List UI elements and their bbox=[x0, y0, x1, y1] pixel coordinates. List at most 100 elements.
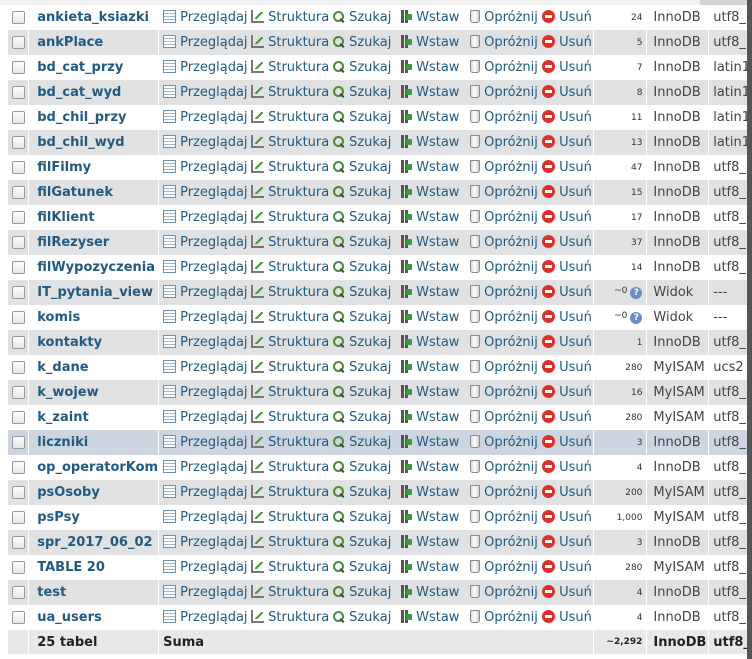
insert-action[interactable]: Wstaw bbox=[399, 610, 470, 625]
browse-action[interactable]: Przeglądaj bbox=[163, 285, 251, 300]
table-row[interactable]: filKlient Przeglądaj Struktura Szukaj Wstaw O… bbox=[8, 205, 752, 230]
search-action[interactable]: Szukaj bbox=[332, 460, 399, 475]
table-name-link[interactable]: filRezyser bbox=[37, 235, 109, 250]
empty-action[interactable]: Opróżnij bbox=[470, 260, 542, 275]
search-action[interactable]: Szukaj bbox=[332, 610, 399, 625]
search-action[interactable]: Szukaj bbox=[332, 585, 399, 600]
table-row[interactable]: bd_cat_przy Przeglądaj Struktura Szukaj Wsta… bbox=[8, 55, 752, 80]
insert-action[interactable]: Wstaw bbox=[399, 310, 470, 325]
table-name-link[interactable]: ua_users bbox=[37, 610, 102, 625]
insert-action[interactable]: Wstaw bbox=[399, 585, 470, 600]
structure-action[interactable]: Struktura bbox=[251, 385, 332, 400]
search-action[interactable]: Szukaj bbox=[332, 385, 399, 400]
drop-action[interactable]: Usuń bbox=[542, 310, 592, 325]
table-name-link[interactable]: TABLE 20 bbox=[37, 560, 105, 575]
table-row[interactable]: k_zaint Przeglądaj Struktura Szukaj Wstaw Opr… bbox=[8, 405, 752, 430]
table-row[interactable]: psPsy Przeglądaj Struktura Szukaj Wstaw Opróż… bbox=[8, 505, 752, 530]
empty-action[interactable]: Opróżnij bbox=[470, 35, 542, 50]
browse-action[interactable]: Przeglądaj bbox=[163, 410, 251, 425]
insert-action[interactable]: Wstaw bbox=[399, 435, 470, 450]
insert-action[interactable]: Wstaw bbox=[399, 410, 470, 425]
insert-action[interactable]: Wstaw bbox=[399, 485, 470, 500]
table-row[interactable]: bd_cat_wyd Przeglądaj Struktura Szukaj Wstaw… bbox=[8, 80, 752, 105]
info-icon[interactable]: ? bbox=[630, 312, 643, 324]
structure-action[interactable]: Struktura bbox=[251, 510, 332, 525]
drop-action[interactable]: Usuń bbox=[542, 610, 592, 625]
empty-action[interactable]: Opróżnij bbox=[470, 485, 542, 500]
row-checkbox[interactable] bbox=[11, 36, 25, 49]
insert-action[interactable]: Wstaw bbox=[399, 85, 470, 100]
table-name-link[interactable]: bd_chil_przy bbox=[37, 110, 126, 125]
table-row[interactable]: kontakty Przeglądaj Struktura Szukaj Wstaw Op… bbox=[8, 330, 752, 355]
empty-action[interactable]: Opróżnij bbox=[470, 10, 542, 25]
row-checkbox[interactable] bbox=[11, 586, 25, 599]
table-name-link[interactable]: op_operatorKom bbox=[37, 460, 158, 475]
empty-action[interactable]: Opróżnij bbox=[470, 610, 542, 625]
structure-action[interactable]: Struktura bbox=[251, 610, 332, 625]
browse-action[interactable]: Przeglądaj bbox=[163, 85, 251, 100]
drop-action[interactable]: Usuń bbox=[542, 10, 592, 25]
drop-action[interactable]: Usuń bbox=[542, 85, 592, 100]
browse-action[interactable]: Przeglądaj bbox=[163, 610, 251, 625]
browse-action[interactable]: Przeglądaj bbox=[163, 535, 251, 550]
insert-action[interactable]: Wstaw bbox=[399, 260, 470, 275]
structure-action[interactable]: Struktura bbox=[251, 535, 332, 550]
table-name-link[interactable]: filWypozyczenia bbox=[37, 260, 155, 275]
row-checkbox[interactable] bbox=[11, 386, 25, 399]
insert-action[interactable]: Wstaw bbox=[399, 10, 470, 25]
browse-action[interactable]: Przeglądaj bbox=[163, 160, 251, 175]
table-row[interactable]: liczniki Przeglądaj Struktura Szukaj Wstaw Op… bbox=[8, 430, 752, 455]
insert-action[interactable]: Wstaw bbox=[399, 185, 470, 200]
structure-action[interactable]: Struktura bbox=[251, 310, 332, 325]
insert-action[interactable]: Wstaw bbox=[399, 60, 470, 75]
table-row[interactable]: filWypozyczenia Przeglądaj Struktura Szukaj… bbox=[8, 255, 752, 280]
browse-action[interactable]: Przeglądaj bbox=[163, 35, 251, 50]
drop-action[interactable]: Usuń bbox=[542, 60, 592, 75]
structure-action[interactable]: Struktura bbox=[251, 560, 332, 575]
browse-action[interactable]: Przeglądaj bbox=[163, 310, 251, 325]
browse-action[interactable]: Przeglądaj bbox=[163, 135, 251, 150]
structure-action[interactable]: Struktura bbox=[251, 185, 332, 200]
insert-action[interactable]: Wstaw bbox=[399, 210, 470, 225]
structure-action[interactable]: Struktura bbox=[251, 435, 332, 450]
browse-action[interactable]: Przeglądaj bbox=[163, 460, 251, 475]
empty-action[interactable]: Opróżnij bbox=[470, 360, 542, 375]
drop-action[interactable]: Usuń bbox=[542, 35, 592, 50]
table-name-link[interactable]: k_dane bbox=[37, 360, 88, 375]
structure-action[interactable]: Struktura bbox=[251, 285, 332, 300]
search-action[interactable]: Szukaj bbox=[332, 135, 399, 150]
search-action[interactable]: Szukaj bbox=[332, 210, 399, 225]
table-row[interactable]: komis Przeglądaj Struktura Szukaj Wstaw Opróż… bbox=[8, 305, 752, 330]
row-checkbox[interactable] bbox=[11, 611, 25, 624]
search-action[interactable]: Szukaj bbox=[332, 185, 399, 200]
row-checkbox[interactable] bbox=[11, 211, 25, 224]
table-name-link[interactable]: filKlient bbox=[37, 210, 94, 225]
row-checkbox[interactable] bbox=[11, 236, 25, 249]
drop-action[interactable]: Usuń bbox=[542, 235, 592, 250]
empty-action[interactable]: Opróżnij bbox=[470, 60, 542, 75]
empty-action[interactable]: Opróżnij bbox=[470, 210, 542, 225]
browse-action[interactable]: Przeglądaj bbox=[163, 235, 251, 250]
row-checkbox[interactable] bbox=[11, 161, 25, 174]
table-row[interactable]: filGatunek Przeglądaj Struktura Szukaj Wstaw… bbox=[8, 180, 752, 205]
search-action[interactable]: Szukaj bbox=[332, 285, 399, 300]
browse-action[interactable]: Przeglądaj bbox=[163, 210, 251, 225]
browse-action[interactable]: Przeglądaj bbox=[163, 260, 251, 275]
table-name-link[interactable]: liczniki bbox=[37, 435, 88, 450]
drop-action[interactable]: Usuń bbox=[542, 460, 592, 475]
drop-action[interactable]: Usuń bbox=[542, 110, 592, 125]
search-action[interactable]: Szukaj bbox=[332, 485, 399, 500]
row-checkbox[interactable] bbox=[11, 561, 25, 574]
search-action[interactable]: Szukaj bbox=[332, 410, 399, 425]
drop-action[interactable]: Usuń bbox=[542, 210, 592, 225]
table-name-link[interactable]: bd_cat_wyd bbox=[37, 85, 121, 100]
table-name-link[interactable]: k_wojew bbox=[37, 385, 98, 400]
insert-action[interactable]: Wstaw bbox=[399, 460, 470, 475]
browse-action[interactable]: Przeglądaj bbox=[163, 10, 251, 25]
drop-action[interactable]: Usuń bbox=[542, 435, 592, 450]
empty-action[interactable]: Opróżnij bbox=[470, 560, 542, 575]
empty-action[interactable]: Opróżnij bbox=[470, 185, 542, 200]
empty-action[interactable]: Opróżnij bbox=[470, 535, 542, 550]
empty-action[interactable]: Opróżnij bbox=[470, 335, 542, 350]
search-action[interactable]: Szukaj bbox=[332, 85, 399, 100]
